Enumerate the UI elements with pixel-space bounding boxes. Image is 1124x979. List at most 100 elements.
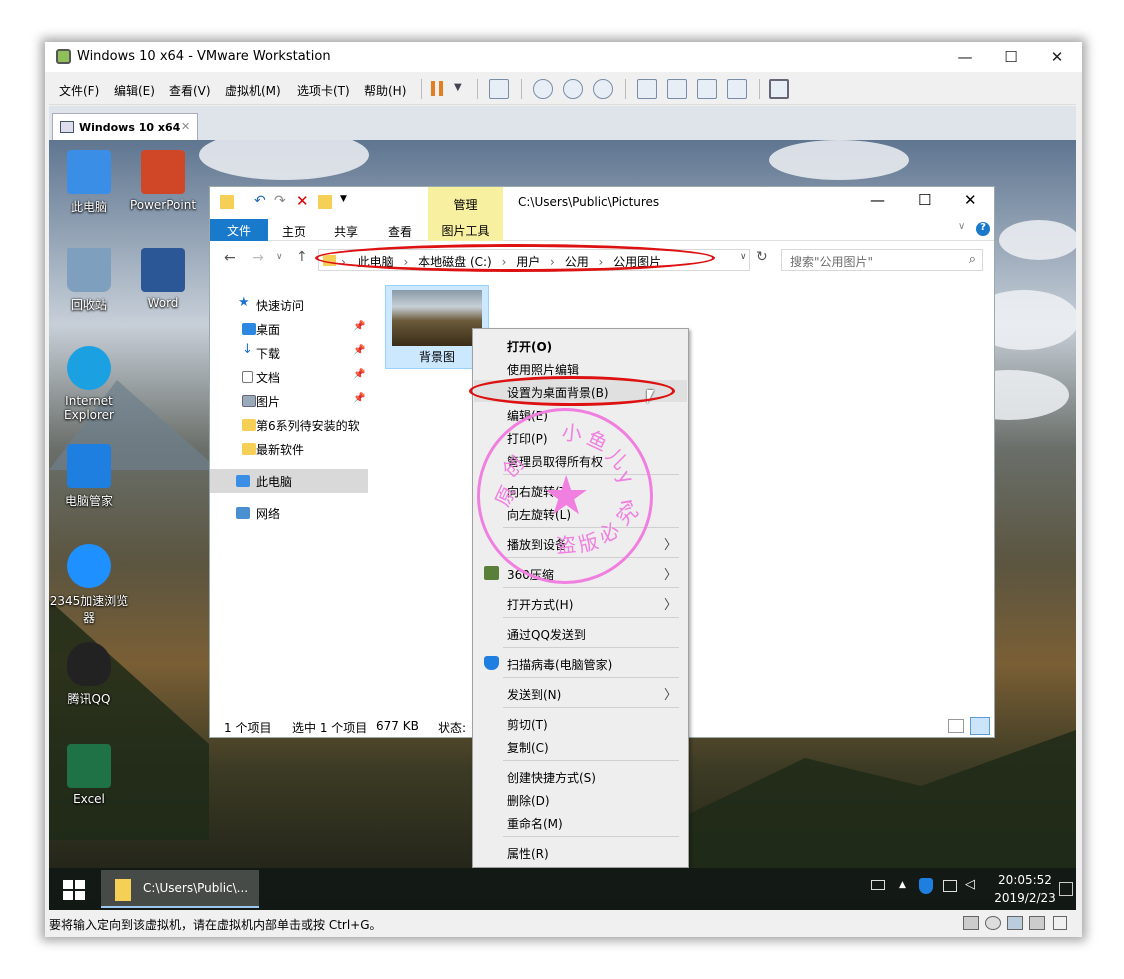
undo-icon[interactable]: ↶ — [254, 193, 266, 209]
ribbon-tab-share[interactable]: 共享 — [334, 223, 358, 240]
menu-view[interactable]: 查看(V) — [169, 82, 211, 99]
revert-snapshot-icon[interactable] — [563, 79, 583, 99]
thumbnail-bar-icon[interactable] — [667, 79, 687, 99]
menu-file[interactable]: 文件(F) — [59, 82, 99, 99]
nav-item-folder-latest[interactable]: 最新软件 — [210, 437, 368, 461]
desktop-icon-word[interactable]: Word — [123, 248, 203, 310]
tab-close-icon[interactable]: ✕ — [181, 120, 190, 133]
menu-item-copy[interactable]: 复制(C) — [474, 735, 687, 757]
breadcrumb-public[interactable]: 公用 — [565, 255, 589, 269]
close-button[interactable]: ✕ — [1034, 42, 1080, 72]
maximize-button[interactable]: ☐ — [988, 42, 1034, 72]
large-icons-view-icon[interactable] — [970, 717, 990, 735]
network-icon[interactable] — [943, 880, 957, 892]
menu-item-delete[interactable]: 删除(D) — [474, 788, 687, 810]
snapshot-icon[interactable] — [533, 79, 553, 99]
manage-context-tab[interactable]: 管理 — [428, 187, 503, 219]
desktop-icon-this-pc[interactable]: 此电脑 — [49, 150, 129, 215]
menu-item-send-to[interactable]: 发送到(N) 〉 — [474, 682, 687, 704]
menu-item-rotate-right[interactable]: 向右旋转(T) — [474, 479, 687, 501]
nav-item-downloads[interactable]: ↓ 下载 📌 — [210, 341, 368, 365]
ribbon-tab-file[interactable]: 文件 — [210, 219, 268, 241]
menu-item-cast-to-device[interactable]: 播放到设备 〉 — [474, 532, 687, 554]
explorer-minimize-button[interactable]: — — [870, 191, 885, 209]
ribbon-tab-home[interactable]: 主页 — [282, 223, 306, 240]
desktop-icon-pc-manager[interactable]: 电脑管家 — [49, 444, 129, 509]
nav-item-desktop[interactable]: 桌面 📌 — [210, 317, 368, 341]
address-dropdown-icon[interactable]: ∨ — [740, 252, 747, 262]
menu-item-edit[interactable]: 编辑(E) — [474, 403, 687, 425]
menu-item-properties[interactable]: 属性(R) — [474, 841, 687, 863]
back-arrow-icon[interactable]: ← — [224, 250, 236, 266]
breadcrumb-public-pictures[interactable]: 公用图片 — [613, 255, 661, 269]
taskbar-explorer-button[interactable]: C:\Users\Public\... — [101, 870, 259, 908]
chevron-up-icon[interactable]: ▲ — [899, 880, 906, 890]
unity-icon[interactable] — [727, 79, 747, 99]
cd-drive-icon[interactable] — [985, 916, 1001, 930]
menu-item-360-compress[interactable]: 360压缩 〉 — [474, 562, 687, 584]
explorer-close-button[interactable]: ✕ — [964, 191, 977, 209]
windows-start-icon[interactable] — [63, 880, 85, 900]
menu-item-open[interactable]: 打开(O) — [474, 334, 687, 356]
desktop-icon-2345-browser[interactable]: 2345加速浏览器 — [49, 544, 129, 626]
keyboard-icon[interactable] — [871, 880, 885, 890]
tab-windows-10-x64[interactable]: Windows 10 x64 ✕ — [52, 113, 198, 140]
breadcrumb-this-pc[interactable]: 此电脑 — [358, 255, 394, 269]
breadcrumb-local-disk[interactable]: 本地磁盘 (C:) — [418, 255, 492, 269]
menu-item-rename[interactable]: 重命名(M) — [474, 811, 687, 833]
desktop-icon-powerpoint[interactable]: PowerPoint — [123, 150, 203, 212]
menu-item-edit-with-photos[interactable]: 使用照片编辑 — [474, 357, 687, 379]
menu-item-scan-virus[interactable]: 扫描病毒(电脑管家) — [474, 652, 687, 674]
hard-disk-icon[interactable] — [963, 916, 979, 930]
ribbon-tab-picture-tools[interactable]: 图片工具 — [428, 219, 503, 241]
network-adapter-icon[interactable] — [1007, 916, 1023, 930]
menu-help[interactable]: 帮助(H) — [364, 82, 406, 99]
minimize-button[interactable]: — — [942, 42, 988, 72]
desktop-icon-qq[interactable]: 腾讯QQ — [49, 642, 129, 707]
nav-item-documents[interactable]: 文档 📌 — [210, 365, 368, 389]
nav-network[interactable]: 网络 — [210, 501, 368, 525]
menu-item-print[interactable]: 打印(P) — [474, 426, 687, 448]
menu-tabs[interactable]: 选项卡(T) — [297, 82, 350, 99]
redo-icon[interactable]: ↷ — [274, 193, 286, 209]
refresh-icon[interactable]: ↻ — [756, 249, 768, 265]
nav-quick-access[interactable]: ★ 快速访问 — [210, 293, 368, 317]
forward-arrow-icon[interactable]: → — [252, 250, 264, 266]
taskbar-clock[interactable]: 20:05:52 2019/2/23 — [985, 871, 1065, 907]
ribbon-tab-view[interactable]: 查看 — [388, 223, 412, 240]
console-view-icon[interactable] — [769, 79, 789, 99]
desktop-icon-recycle-bin[interactable]: 回收站 — [49, 248, 129, 313]
new-folder-icon[interactable] — [318, 195, 332, 209]
menu-item-cut[interactable]: 剪切(T) — [474, 712, 687, 734]
menu-item-take-ownership[interactable]: 管理员取得所有权 — [474, 449, 687, 471]
desktop-icon-excel[interactable]: Excel — [49, 744, 129, 806]
up-arrow-icon[interactable]: ↑ — [296, 249, 308, 265]
menu-item-rotate-left[interactable]: 向左旋转(L) — [474, 502, 687, 524]
breadcrumb-users[interactable]: 用户 — [516, 255, 540, 269]
library-icon[interactable] — [637, 79, 657, 99]
recent-locations-icon[interactable]: ∨ — [276, 252, 283, 262]
guest-desktop[interactable]: 此电脑 PowerPoint 回收站 Word Internet Explore… — [49, 140, 1076, 910]
nav-item-pictures[interactable]: 图片 📌 — [210, 389, 368, 413]
nav-item-folder-series6[interactable]: 第6系列待安装的软 — [210, 413, 368, 437]
snapshot-manager-icon[interactable] — [593, 79, 613, 99]
resize-grip-icon[interactable] — [1053, 916, 1067, 930]
address-bar[interactable]: › 此电脑 › 本地磁盘 (C:) › 用户 › 公用 › 公用图片 — [318, 249, 750, 271]
pause-icon[interactable] — [431, 81, 443, 96]
menu-item-open-with[interactable]: 打开方式(H) 〉 — [474, 592, 687, 614]
nav-this-pc[interactable]: 此电脑 — [210, 469, 368, 493]
menu-vm[interactable]: 虚拟机(M) — [225, 82, 281, 99]
chevron-down-icon[interactable]: ▼ — [454, 82, 462, 93]
send-ctrl-alt-del-icon[interactable] — [489, 79, 509, 99]
volume-icon[interactable]: ◁ — [965, 877, 975, 892]
menu-item-send-via-qq[interactable]: 通过QQ发送到 — [474, 622, 687, 644]
delete-icon[interactable]: ✕ — [296, 192, 309, 210]
menu-item-create-shortcut[interactable]: 创建快捷方式(S) — [474, 765, 687, 787]
help-icon[interactable]: ? — [976, 222, 990, 236]
desktop-icon-ie[interactable]: Internet Explorer — [49, 346, 129, 422]
ribbon-expand-icon[interactable]: ∨ — [958, 221, 965, 232]
notification-icon[interactable] — [1059, 882, 1073, 896]
search-input[interactable]: 搜索"公用图片" ⌕ — [781, 249, 983, 271]
menu-edit[interactable]: 编辑(E) — [114, 82, 155, 99]
explorer-maximize-button[interactable]: ☐ — [918, 191, 931, 209]
